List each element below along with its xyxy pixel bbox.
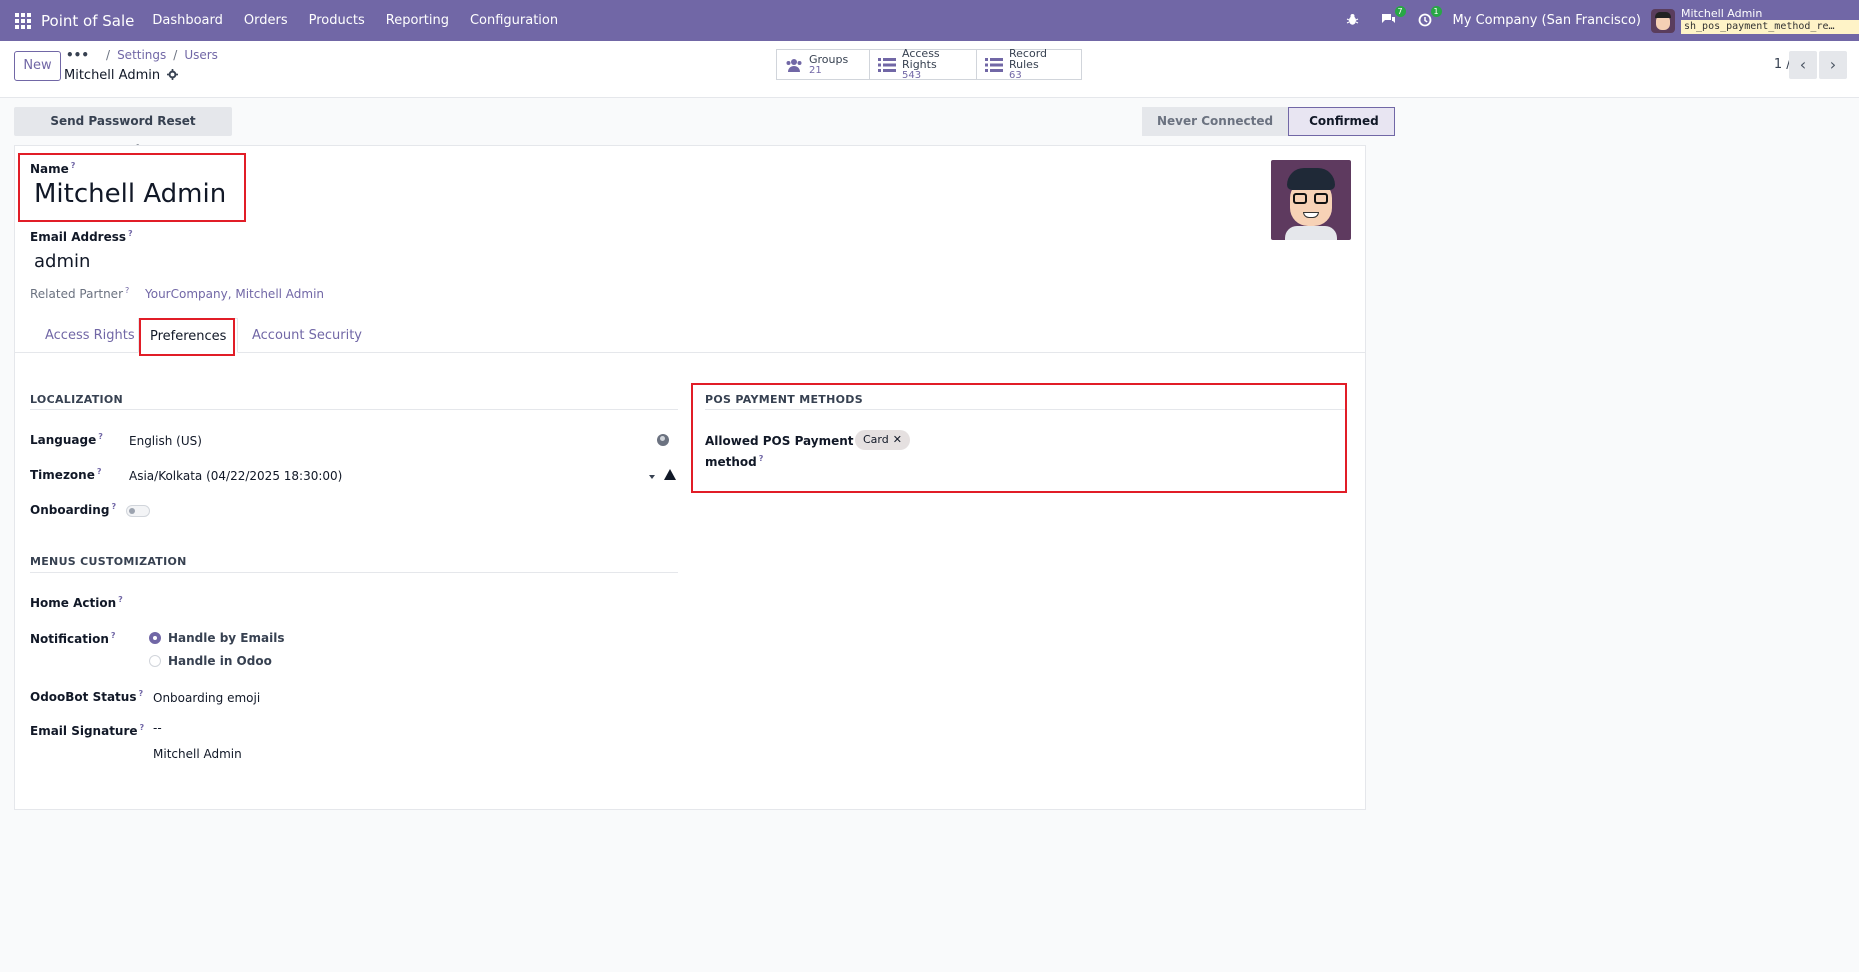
breadcrumb-more[interactable]: •••: [66, 48, 89, 62]
gear-icon[interactable]: [167, 68, 179, 83]
record-title: Mitchell Admin: [64, 68, 179, 83]
breadcrumb-settings[interactable]: Settings: [117, 48, 166, 62]
timezone-label: Timezone?: [30, 467, 102, 482]
messages-icon[interactable]: 7: [1381, 5, 1406, 29]
email-input[interactable]: admin: [34, 251, 90, 272]
menu-item-products[interactable]: Products: [309, 13, 365, 28]
status-bar: Never Connected Confirmed: [1142, 107, 1395, 136]
groups-smart-button[interactable]: Groups 21: [776, 49, 870, 80]
home-action-label: Home Action?: [30, 595, 123, 610]
activities-icon[interactable]: 1: [1417, 5, 1442, 29]
form-sheet: Name? Mitchell Admin Email Address? admi…: [14, 145, 1366, 810]
activities-count-badge: 1: [1430, 5, 1442, 17]
access-rights-label: Access Rights: [902, 47, 940, 71]
tab-account-security[interactable]: Account Security: [252, 318, 362, 353]
notification-label: Notification?: [30, 631, 116, 646]
globe-icon[interactable]: [657, 434, 669, 446]
help-tooltip-icon[interactable]: ?: [111, 631, 116, 640]
odoobot-status-label: OdooBot Status?: [30, 689, 144, 704]
help-tooltip-icon[interactable]: ?: [111, 502, 116, 511]
user-photo[interactable]: [1271, 160, 1351, 240]
record-rules-label: Record Rules: [1009, 47, 1048, 71]
stage-never-connected[interactable]: Never Connected: [1142, 107, 1289, 136]
help-tooltip-icon[interactable]: ?: [140, 723, 145, 732]
groups-count: 21: [809, 64, 822, 76]
control-panel: New ••• / Settings / Users Mitchell Admi…: [0, 41, 1859, 98]
main-menu: Dashboard Orders Products Reporting Conf…: [152, 13, 579, 28]
email-signature-dashes[interactable]: --: [153, 721, 162, 735]
related-partner-link[interactable]: YourCompany, Mitchell Admin: [145, 287, 324, 301]
top-navbar: Point of Sale Dashboard Orders Products …: [0, 0, 1859, 41]
record-rules-count: 63: [1009, 70, 1022, 81]
localization-section-title: LOCALIZATION: [30, 393, 124, 406]
menu-item-configuration[interactable]: Configuration: [470, 13, 558, 28]
help-tooltip-icon[interactable]: ?: [138, 689, 143, 698]
language-select[interactable]: English (US): [129, 434, 202, 448]
breadcrumb-users[interactable]: Users: [184, 48, 218, 62]
onboarding-toggle[interactable]: [126, 505, 150, 517]
record-title-text: Mitchell Admin: [64, 68, 161, 83]
menu-item-dashboard[interactable]: Dashboard: [152, 13, 223, 28]
groups-label: Groups: [809, 52, 849, 66]
notification-odoo-label[interactable]: Handle in Odoo: [168, 654, 272, 668]
help-tooltip-icon[interactable]: ?: [98, 432, 103, 441]
section-divider: [30, 572, 678, 573]
chevron-down-icon[interactable]: [649, 475, 655, 479]
highlight-name-field: [18, 153, 246, 222]
onboarding-label: Onboarding?: [30, 502, 117, 517]
related-partner-label: Related Partner?: [30, 286, 130, 301]
section-divider: [30, 409, 678, 410]
user-menu[interactable]: Mitchell Admin sh_pos_payment_method_re…: [1681, 8, 1859, 34]
user-avatar[interactable]: [1651, 8, 1675, 33]
language-label: Language?: [30, 432, 103, 447]
messages-count-badge: 7: [1394, 5, 1406, 17]
menu-item-reporting[interactable]: Reporting: [386, 13, 449, 28]
menu-item-orders[interactable]: Orders: [244, 13, 288, 28]
email-signature-label: Email Signature?: [30, 723, 145, 738]
record-rules-smart-button[interactable]: Record Rules 63: [976, 47, 1082, 81]
notification-email-radio[interactable]: [149, 632, 161, 644]
user-name: Mitchell Admin: [1681, 6, 1763, 20]
notification-email-label[interactable]: Handle by Emails: [168, 631, 284, 645]
warning-icon: [664, 469, 676, 480]
help-tooltip-icon[interactable]: ?: [125, 286, 129, 295]
odoobot-status-value: Onboarding emoji: [153, 691, 261, 705]
highlight-preferences-tab: [139, 318, 235, 356]
access-rights-count: 543: [902, 70, 922, 81]
navbar-systray: 7 1 My Company (San Francisco) Mitchell …: [1345, 0, 1859, 41]
database-name-badge: sh_pos_payment_method_re…: [1681, 19, 1859, 34]
previous-record-button[interactable]: ‹: [1789, 51, 1817, 79]
bug-icon[interactable]: [1345, 13, 1361, 29]
access-rights-smart-button[interactable]: Access Rights 543: [869, 47, 977, 81]
notification-odoo-radio[interactable]: [149, 655, 161, 667]
help-tooltip-icon[interactable]: ?: [128, 229, 133, 238]
users-icon: [785, 58, 803, 72]
email-signature-name[interactable]: Mitchell Admin: [153, 747, 242, 761]
new-button[interactable]: New: [14, 51, 61, 81]
apps-menu-icon[interactable]: [15, 12, 31, 29]
highlight-pos-payment-section: [691, 383, 1347, 493]
tab-access-rights[interactable]: Access Rights: [45, 318, 135, 353]
next-record-button[interactable]: ›: [1819, 51, 1847, 79]
timezone-select[interactable]: Asia/Kolkata (04/22/2025 18:30:00): [129, 469, 342, 483]
breadcrumb: ••• / Settings / Users: [66, 48, 218, 62]
pager-buttons: ‹ ›: [1787, 51, 1847, 79]
email-label: Email Address?: [30, 229, 133, 244]
company-switcher[interactable]: My Company (San Francisco): [1453, 13, 1641, 28]
stage-confirmed[interactable]: Confirmed: [1288, 107, 1395, 136]
send-password-reset-button[interactable]: Send Password Reset Instructions: [14, 107, 232, 157]
menus-customization-section-title: MENUS CUSTOMIZATION: [30, 555, 187, 568]
list-icon: [985, 57, 1003, 72]
help-tooltip-icon[interactable]: ?: [97, 467, 102, 476]
list-icon: [878, 57, 896, 72]
help-tooltip-icon[interactable]: ?: [118, 595, 123, 604]
smart-buttons: Groups 21 Access Rights 543 Record Rules 63: [776, 47, 1082, 81]
app-name[interactable]: Point of Sale: [41, 12, 134, 30]
